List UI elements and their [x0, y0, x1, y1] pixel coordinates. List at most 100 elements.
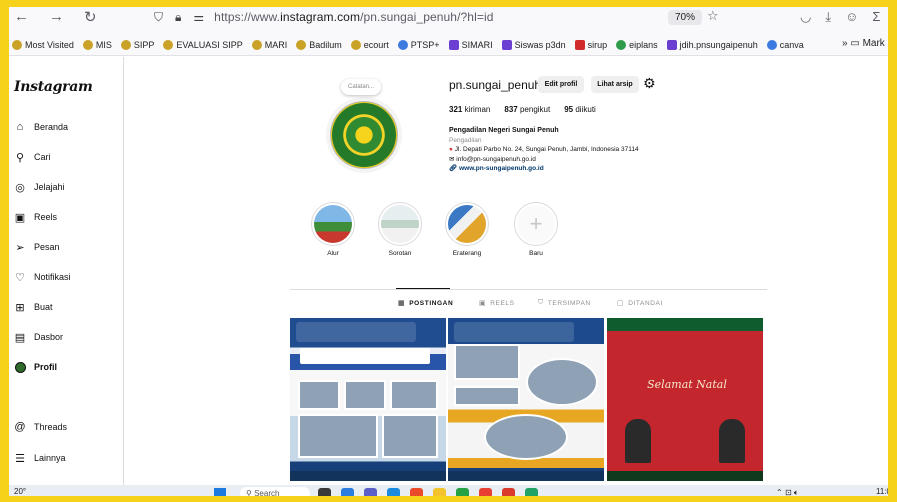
sirup-icon	[574, 39, 585, 50]
sidebar-item-reels[interactable]: ▣ Reels	[14, 210, 57, 224]
file-explorer-icon[interactable]	[433, 488, 446, 500]
permissions-icon[interactable]: ⚌	[193, 10, 204, 25]
followers-stat[interactable]: 837 pengikut	[504, 105, 550, 114]
edge-icon[interactable]	[341, 488, 354, 500]
chrome-icon[interactable]	[479, 488, 492, 500]
post-tile[interactable]	[290, 318, 446, 481]
bookmark-mari[interactable]: MARI	[251, 39, 287, 50]
chevron-up-icon: ⌃	[776, 488, 783, 497]
bookmark-ecourt[interactable]: ecourt	[350, 39, 389, 50]
bookmarks-overflow[interactable]: » ▭ Mark	[842, 38, 885, 49]
posts-count: 321	[449, 105, 463, 114]
profile-avatar[interactable]	[326, 97, 402, 173]
tab-postingan[interactable]: ▦ POSTINGAN	[398, 299, 453, 308]
search-icon: ⚲	[15, 151, 25, 164]
highlight-eraterang[interactable]: Eraterang	[442, 202, 492, 257]
weather-widget[interactable]: 20°	[14, 487, 26, 496]
firefox-icon[interactable]	[410, 488, 423, 500]
bookmark-canva[interactable]: canva	[766, 39, 804, 50]
sidebar-item-notifikasi[interactable]: ♡ Notifikasi	[14, 270, 70, 284]
posts-label: kiriman	[464, 105, 491, 114]
bookmark-jdih[interactable]: jdih.pnsungaipenuh	[666, 39, 758, 50]
bookmark-siswas[interactable]: Siswas p3dn	[501, 39, 566, 50]
highlight-sorotan[interactable]: Sorotan	[375, 202, 425, 257]
bookmark-label: MIS	[95, 39, 112, 50]
note-bubble[interactable]: Catatan...	[341, 79, 381, 95]
zoom-indicator[interactable]: 70%	[668, 10, 703, 25]
highlight-thumbnail	[314, 205, 352, 243]
tab-label: DITANDAI	[628, 299, 663, 307]
bookmark-simari[interactable]: SIMARI	[448, 39, 493, 50]
bookmark-ptsp[interactable]: PTSP+	[397, 39, 440, 50]
excel-icon[interactable]	[525, 488, 538, 500]
sidebar-item-beranda[interactable]: ⌂ Beranda	[14, 120, 68, 134]
settings-gear-icon[interactable]: ⚙	[643, 75, 656, 92]
forward-icon[interactable]: →	[49, 8, 64, 26]
sidebar-item-buat[interactable]: ⊞ Buat	[14, 300, 52, 314]
bookmark-sipp[interactable]: SIPP	[120, 39, 154, 50]
shield-icon[interactable]: ⛉	[154, 10, 163, 25]
sidebar-item-lainnya[interactable]: ☰ Lainnya	[14, 451, 65, 465]
tab-ditandai[interactable]: ▢ DITANDAI	[617, 299, 663, 308]
tab-label: REELS	[490, 299, 515, 307]
account-icon[interactable]: ☺	[845, 9, 858, 25]
post-photo	[390, 380, 438, 410]
tab-tersimpan[interactable]: ⛉ TERSIMPAN	[538, 299, 591, 307]
address-bar[interactable]: https://www.instagram.com/pn.sungai_penu…	[214, 10, 493, 24]
highlight-baru[interactable]: + Baru	[511, 202, 561, 257]
profile-address: ● Jl. Depati Parbo No. 24, Sungai Penuh,…	[449, 145, 709, 155]
pocket-icon[interactable]: ◡	[800, 9, 811, 25]
post-photo	[454, 386, 520, 406]
profile-website-link[interactable]: 🔗︎ www.pn-sungaipenuh.go.id	[449, 164, 709, 174]
bookmark-evaluasi-sipp[interactable]: EVALUASI SIPP	[163, 39, 243, 50]
tab-reels[interactable]: ▣ REELS	[479, 299, 515, 308]
siswas-icon	[501, 39, 512, 50]
sidebar-item-jelajahi[interactable]: ◎ Jelajahi	[14, 180, 65, 194]
taskbar-search-input[interactable]: ⚲ Search	[240, 487, 310, 500]
bookmark-eiplans[interactable]: eiplans	[616, 39, 658, 50]
volume-icon: 🔈︎	[793, 488, 799, 497]
whatsapp-icon[interactable]	[456, 488, 469, 500]
lock-icon[interactable]: 🔒︎	[175, 10, 181, 25]
following-stat[interactable]: 95 diikuti	[564, 105, 596, 114]
profile-username: pn.sungai_penuh	[449, 78, 542, 92]
bookmark-badilum[interactable]: Badilum	[296, 39, 342, 50]
edit-profile-button[interactable]: Edit profil	[538, 76, 584, 93]
teams-icon[interactable]	[364, 488, 377, 500]
download-icon[interactable]: ⤓	[825, 9, 831, 25]
highlight-label: Alur	[327, 250, 339, 257]
location-pin-icon: ●	[449, 146, 453, 153]
sidebar-item-cari[interactable]: ⚲ Cari	[14, 150, 51, 164]
bookmark-mis[interactable]: MIS	[82, 39, 112, 50]
extensions-icon[interactable]: Σ	[872, 9, 880, 25]
post-tile[interactable]: Selamat Natal	[607, 318, 763, 481]
sidebar-item-label: Threads	[34, 422, 68, 432]
bookmark-sirup[interactable]: sirup	[574, 39, 607, 50]
back-icon[interactable]: ←	[14, 8, 29, 26]
task-view-icon[interactable]	[318, 488, 331, 500]
profile-main: Catatan... pn.sungai_penuh Edit profil L…	[124, 57, 897, 485]
sidebar-item-dasbor[interactable]: ▤ Dasbor	[14, 330, 63, 344]
bookmark-most-visited[interactable]: Most Visited	[12, 39, 74, 50]
clock[interactable]: 11:0	[876, 487, 891, 496]
sidebar-item-profil[interactable]: Profil	[14, 360, 57, 374]
bookmark-label: eiplans	[629, 39, 658, 50]
windows-start-icon[interactable]	[214, 488, 226, 500]
system-tray[interactable]: ⌃ ⊡ 🔈︎	[776, 488, 799, 498]
bookmark-star-icon[interactable]: ☆	[707, 8, 719, 24]
email-icon: ✉	[449, 155, 455, 163]
address-text: Jl. Depati Parbo No. 24, Sungai Penuh, J…	[454, 146, 639, 153]
highlight-alur[interactable]: Alur	[308, 202, 358, 257]
instagram-logo[interactable]: Instagram	[14, 79, 93, 95]
posts-stat: 321 kiriman	[449, 105, 490, 114]
email-text: info@pn-sungaipenuh.go.id	[456, 155, 536, 163]
post-tile[interactable]	[448, 318, 604, 481]
sidebar-item-pesan[interactable]: ➢ Pesan	[14, 240, 59, 254]
view-archive-button[interactable]: Lihat arsip	[591, 76, 639, 93]
reload-icon[interactable]: ↻	[84, 8, 97, 26]
app-icon[interactable]	[502, 488, 515, 500]
sidebar-item-threads[interactable]: @ Threads	[14, 420, 67, 434]
folder-icon: ▭	[850, 38, 860, 49]
browser-icon[interactable]	[387, 488, 400, 500]
sidebar-item-label: Jelajahi	[34, 182, 65, 192]
